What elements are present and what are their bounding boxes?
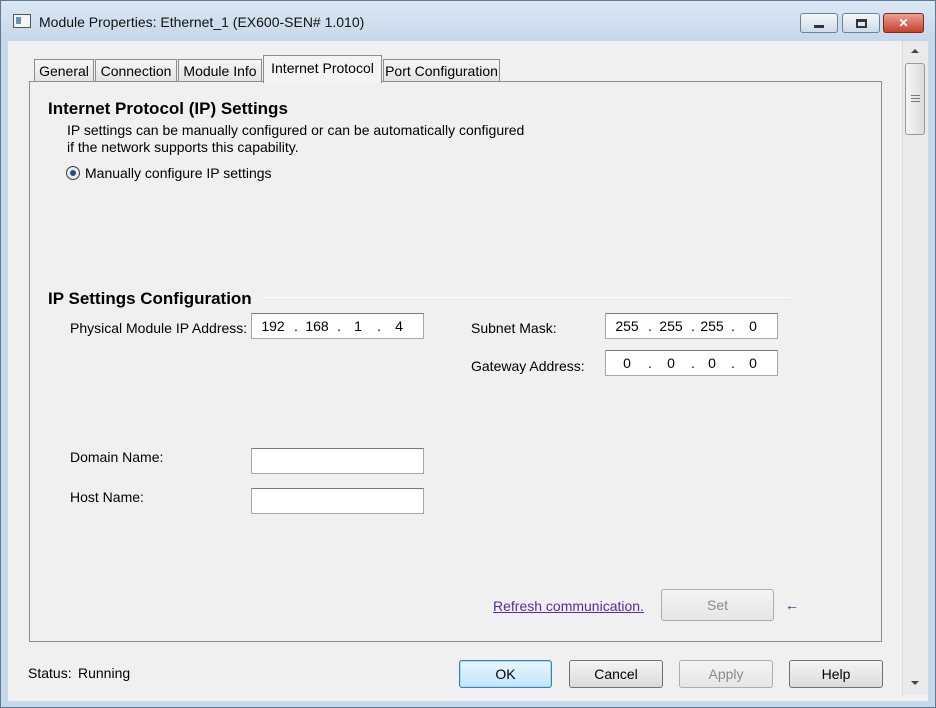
- ip-octet: 4: [395, 318, 403, 334]
- maximize-icon: [855, 18, 867, 28]
- grip-line: [911, 98, 920, 99]
- scroll-down-icon[interactable]: [911, 681, 919, 685]
- ip-settings-heading: Internet Protocol (IP) Settings: [48, 99, 288, 118]
- octet-dot: .: [648, 318, 652, 334]
- manual-config-label[interactable]: Manually configure IP settings: [85, 165, 272, 181]
- module-icon[interactable]: [13, 14, 31, 28]
- close-icon: ✕: [898, 16, 909, 30]
- close-button[interactable]: ✕: [883, 13, 924, 33]
- refresh-communication-link[interactable]: Refresh communication.: [493, 598, 644, 614]
- octet-dot: .: [731, 318, 735, 334]
- window-title: Module Properties: Ethernet_1 (EX600-SEN…: [39, 14, 365, 30]
- subnet-mask-field[interactable]: 255 . 255 . 255 . 0: [605, 313, 778, 339]
- internet-protocol-panel: Internet Protocol (IP) Settings IP setti…: [29, 81, 882, 642]
- tab-module-info[interactable]: Module Info: [178, 59, 262, 82]
- gateway-address-field[interactable]: 0 . 0 . 0 . 0: [605, 350, 778, 376]
- grip-line: [911, 101, 920, 102]
- domain-name-label: Domain Name:: [70, 449, 164, 465]
- octet-dot: .: [294, 318, 298, 334]
- host-name-label: Host Name:: [70, 489, 144, 505]
- radio-selected-dot: [70, 170, 76, 176]
- dialog-client-area: General Connection Module Info Internet …: [8, 41, 928, 701]
- title-bar[interactable]: Module Properties: Ethernet_1 (EX600-SEN…: [1, 1, 935, 41]
- host-name-input[interactable]: [251, 488, 424, 514]
- maximize-button[interactable]: [842, 13, 880, 33]
- ip-octet: 0: [623, 355, 631, 371]
- scroll-up-icon[interactable]: [911, 49, 919, 53]
- ip-octet: 255: [700, 318, 724, 334]
- vertical-scrollbar[interactable]: [902, 41, 928, 695]
- set-button[interactable]: Set: [661, 589, 774, 621]
- tab-connection[interactable]: Connection: [95, 59, 177, 82]
- ip-octet: 1: [354, 318, 362, 334]
- domain-name-input[interactable]: [251, 448, 424, 474]
- manual-config-radio[interactable]: [66, 166, 80, 180]
- ip-octet: 168: [305, 318, 329, 334]
- octet-dot: .: [377, 318, 381, 334]
- ip-octet: 192: [261, 318, 285, 334]
- grip-line: [911, 95, 920, 96]
- ip-settings-description: IP settings can be manually configured o…: [67, 122, 525, 138]
- status-label: Status:: [28, 665, 72, 681]
- ok-button[interactable]: OK: [459, 660, 552, 688]
- status-value: Running: [78, 665, 131, 681]
- scroll-thumb[interactable]: [905, 63, 925, 135]
- tab-internet-protocol[interactable]: Internet Protocol: [263, 55, 382, 83]
- octet-dot: .: [731, 355, 735, 371]
- help-button[interactable]: Help: [789, 660, 883, 688]
- apply-button[interactable]: Apply: [679, 660, 773, 688]
- cancel-button[interactable]: Cancel: [569, 660, 663, 688]
- ip-octet: 0: [708, 355, 716, 371]
- module-properties-window: Module Properties: Ethernet_1 (EX600-SEN…: [0, 0, 936, 708]
- physical-ip-label: Physical Module IP Address:: [70, 320, 248, 336]
- physical-ip-field[interactable]: 192 . 168 . 1 . 4: [251, 313, 424, 339]
- ip-octet: 255: [615, 318, 639, 334]
- heading-divider: [264, 297, 790, 298]
- ip-octet: 0: [667, 355, 675, 371]
- ip-config-heading: IP Settings Configuration: [48, 289, 252, 308]
- ip-settings-description-cont: if the network supports this capability.: [67, 139, 299, 155]
- ip-octet: 0: [749, 355, 757, 371]
- tab-port-configuration[interactable]: Port Configuration: [383, 59, 500, 82]
- octet-dot: .: [648, 355, 652, 371]
- subnet-mask-label: Subnet Mask:: [471, 320, 557, 336]
- arrow-left-icon: ←: [785, 597, 799, 613]
- gateway-address-label: Gateway Address:: [471, 358, 585, 374]
- ip-octet: 255: [659, 318, 683, 334]
- minimize-icon: [814, 24, 824, 28]
- minimize-button[interactable]: [800, 13, 838, 33]
- tab-general[interactable]: General: [34, 59, 94, 82]
- ip-octet: 0: [749, 318, 757, 334]
